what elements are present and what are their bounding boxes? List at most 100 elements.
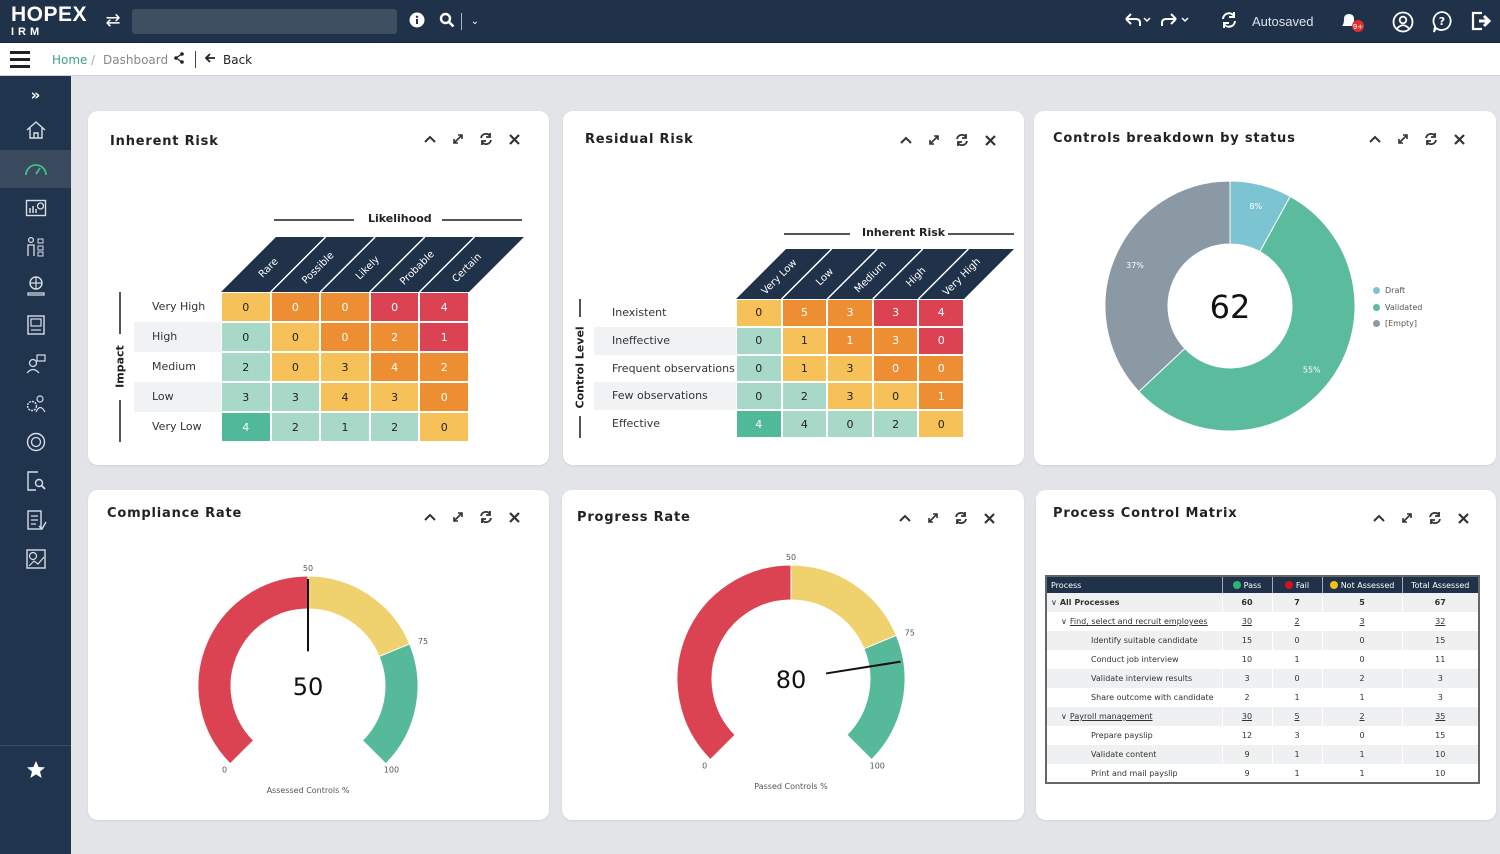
heatmap-cell[interactable]: 2 xyxy=(781,382,828,411)
heatmap-cell[interactable]: 4 xyxy=(918,299,964,327)
hamburger-menu-icon[interactable] xyxy=(10,51,30,68)
sidebar-item-cycle[interactable] xyxy=(0,423,71,461)
heatmap-cell[interactable]: 0 xyxy=(918,410,964,438)
legend-item[interactable]: Draft xyxy=(1373,286,1405,295)
legend-item[interactable]: [Empty] xyxy=(1373,319,1417,328)
refresh-icon[interactable] xyxy=(1428,511,1442,525)
value-link[interactable]: 30 xyxy=(1242,617,1252,626)
expand-icon[interactable] xyxy=(927,133,941,147)
sidebar-item-settings-people[interactable] xyxy=(0,384,71,422)
close-icon[interactable] xyxy=(982,511,996,525)
heatmap-cell[interactable]: 0 xyxy=(827,410,873,438)
share-icon[interactable] xyxy=(174,52,184,67)
switch-icon[interactable]: ⇄ xyxy=(102,11,124,31)
heatmap-cell[interactable]: 3 xyxy=(827,299,873,327)
refresh-icon[interactable] xyxy=(954,511,968,525)
help-icon[interactable]: ? xyxy=(1431,10,1453,39)
table-row[interactable]: Validate interview results 3 0 2 3 xyxy=(1046,669,1480,688)
close-icon[interactable] xyxy=(507,132,521,146)
close-icon[interactable] xyxy=(507,510,521,524)
column-header-fail[interactable]: Fail xyxy=(1272,576,1323,593)
heatmap-cell[interactable]: 3 xyxy=(872,299,919,327)
sidebar-item-checklist[interactable] xyxy=(0,501,71,539)
sidebar-item-home[interactable] xyxy=(0,111,71,149)
close-icon[interactable] xyxy=(1452,132,1466,146)
value-link[interactable]: 30 xyxy=(1242,712,1252,721)
table-row[interactable]: Identify suitable candidate 15 0 0 15 xyxy=(1046,631,1480,650)
sidebar-item-audit[interactable] xyxy=(0,462,71,500)
redo-icon[interactable] xyxy=(1160,10,1190,35)
value-link[interactable]: 3 xyxy=(1359,617,1364,626)
heatmap-cell[interactable]: 3 xyxy=(827,382,873,411)
table-row[interactable]: Validate content 9 1 1 10 xyxy=(1046,745,1480,764)
refresh-icon[interactable] xyxy=(955,133,969,147)
close-icon[interactable] xyxy=(983,133,997,147)
table-row[interactable]: ∨ All Processes 60 7 5 67 xyxy=(1046,593,1480,612)
heatmap-cell[interactable]: 3 xyxy=(221,382,271,412)
heatmap-cell[interactable]: 5 xyxy=(781,299,828,327)
heatmap-cell[interactable]: 0 xyxy=(918,326,964,355)
sidebar-item-analytics[interactable] xyxy=(0,540,71,578)
value-link[interactable]: 35 xyxy=(1435,712,1445,721)
heatmap-cell[interactable]: 0 xyxy=(270,352,321,382)
heatmap-cell[interactable]: 0 xyxy=(369,292,420,322)
search-input[interactable] xyxy=(132,9,397,34)
process-link[interactable]: Payroll management xyxy=(1070,712,1153,721)
refresh-icon[interactable] xyxy=(479,510,493,524)
heatmap-cell[interactable]: 1 xyxy=(827,326,873,355)
heatmap-cell[interactable]: 0 xyxy=(736,326,782,355)
expand-chevron-icon[interactable]: ∨ xyxy=(1061,712,1067,721)
heatmap-cell[interactable]: 0 xyxy=(736,354,782,383)
heatmap-cell[interactable]: 2 xyxy=(369,412,420,442)
heatmap-cell[interactable]: 0 xyxy=(419,412,469,442)
sidebar-item-organization[interactable] xyxy=(0,228,71,266)
heatmap-cell[interactable]: 4 xyxy=(221,412,271,442)
heatmap-cell[interactable]: 0 xyxy=(872,382,919,411)
search-icon[interactable] xyxy=(438,12,456,33)
heatmap-cell[interactable]: 0 xyxy=(221,322,271,352)
sidebar-item-dashboard[interactable] xyxy=(0,150,71,188)
heatmap-cell[interactable]: 2 xyxy=(419,352,469,382)
value-link[interactable]: 2 xyxy=(1294,617,1299,626)
heatmap-cell[interactable]: 0 xyxy=(320,292,370,322)
collapse-chevron-up-icon[interactable] xyxy=(423,132,437,146)
value-link[interactable]: 5 xyxy=(1294,712,1299,721)
hopex-logo[interactable]: HOPEX IRM xyxy=(11,4,87,39)
back-button[interactable]: Back xyxy=(223,53,252,67)
column-header-pass[interactable]: Pass xyxy=(1222,576,1273,593)
collapse-chevron-up-icon[interactable] xyxy=(899,133,913,147)
expand-chevron-icon[interactable]: ∨ xyxy=(1061,617,1067,626)
process-link[interactable]: Find, select and recruit employees xyxy=(1070,617,1208,626)
heatmap-cell[interactable]: 3 xyxy=(270,382,321,412)
info-icon[interactable] xyxy=(408,12,426,33)
heatmap-cell[interactable]: 1 xyxy=(419,322,469,352)
table-row[interactable]: Share outcome with candidate 2 1 1 3 xyxy=(1046,688,1480,707)
heatmap-cell[interactable]: 1 xyxy=(918,382,964,411)
breadcrumb-home-link[interactable]: Home xyxy=(52,53,87,67)
heatmap-cell[interactable]: 0 xyxy=(270,292,321,322)
heatmap-cell[interactable]: 2 xyxy=(872,410,919,438)
value-link[interactable]: 2 xyxy=(1359,712,1364,721)
heatmap-cell[interactable]: 3 xyxy=(827,354,873,383)
table-row[interactable]: Print and mail payslip 9 1 1 10 xyxy=(1046,764,1480,783)
sidebar-item-documents[interactable] xyxy=(0,306,71,344)
expand-icon[interactable] xyxy=(1396,132,1410,146)
heatmap-cell[interactable]: 0 xyxy=(221,292,271,322)
heatmap-cell[interactable]: 3 xyxy=(872,326,919,355)
expand-icon[interactable] xyxy=(1400,511,1414,525)
heatmap-cell[interactable]: 3 xyxy=(369,382,420,412)
heatmap-cell[interactable]: 0 xyxy=(270,322,321,352)
expand-icon[interactable] xyxy=(451,132,465,146)
heatmap-cell[interactable]: 4 xyxy=(781,410,828,438)
user-profile-icon[interactable] xyxy=(1392,11,1414,38)
table-row[interactable]: ∨ Payroll management 30 5 2 35 xyxy=(1046,707,1480,726)
heatmap-cell[interactable]: 4 xyxy=(320,382,370,412)
heatmap-cell[interactable]: 0 xyxy=(872,354,919,383)
collapse-chevron-up-icon[interactable] xyxy=(423,510,437,524)
sidebar-item-reports[interactable] xyxy=(0,189,71,227)
heatmap-cell[interactable]: 0 xyxy=(320,322,370,352)
column-header-not-assessed[interactable]: Not Assessed xyxy=(1322,576,1403,593)
collapse-chevron-up-icon[interactable] xyxy=(1372,511,1386,525)
column-header-process[interactable]: Process xyxy=(1046,576,1223,593)
heatmap-cell[interactable]: 0 xyxy=(419,382,469,412)
